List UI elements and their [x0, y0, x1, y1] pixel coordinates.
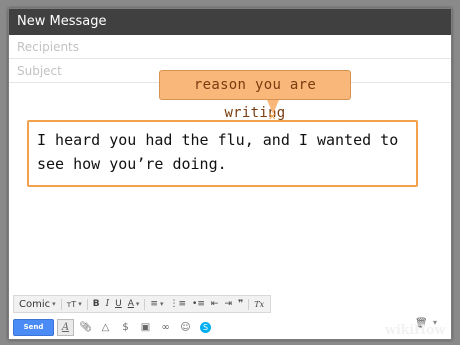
align-button[interactable]: ≡ ▾ [147, 296, 166, 312]
callout-label: reason you are writing [159, 70, 351, 121]
photo-button[interactable]: ▣ [137, 319, 154, 336]
money-button[interactable]: $ [117, 319, 134, 336]
toolbar-divider [144, 298, 146, 310]
emoji-button[interactable]: ☺ [177, 319, 194, 336]
text-color-button[interactable]: A ▾ [125, 296, 143, 312]
skype-icon: S [200, 321, 211, 333]
link-icon: ∞ [161, 321, 170, 333]
text-size-button[interactable]: ᴛT ▾ [64, 296, 85, 312]
link-button[interactable]: ∞ [157, 319, 174, 336]
clear-formatting-button[interactable]: Tx [251, 296, 267, 312]
send-button[interactable]: Send [13, 318, 54, 336]
indent-less-button[interactable]: ⇤ [208, 296, 222, 312]
watermark: wikiHow [385, 323, 446, 338]
compose-window: New Message Recipients Subject reason yo… [8, 8, 452, 340]
font-name-label: Comic [19, 298, 51, 310]
emoji-icon: ☺ [180, 321, 191, 333]
font-select[interactable]: Comic ▾ [14, 296, 59, 312]
drive-button[interactable]: △ [97, 319, 114, 336]
toolbar-divider [60, 298, 62, 310]
photo-icon: ▣ [140, 321, 151, 333]
money-icon: $ [122, 321, 129, 333]
paperclip-icon: 📎︎ [79, 321, 92, 333]
attach-button[interactable]: 📎︎ [77, 319, 94, 336]
bulleted-list-button[interactable]: •≡ [189, 296, 208, 312]
compose-title: New Message [9, 9, 451, 35]
formatting-options-button[interactable]: A [57, 318, 74, 336]
text-format-icon: A [61, 321, 70, 333]
chevron-down-icon: ▾ [78, 300, 82, 308]
text-size-icon: ᴛT [66, 299, 77, 309]
numbered-list-button[interactable]: ⋮≡ [166, 296, 189, 312]
indent-more-icon: ⇥ [224, 299, 232, 309]
numbered-list-icon: ⋮≡ [169, 299, 187, 309]
message-body[interactable]: I heard you had the flu, and I wanted to… [27, 120, 418, 187]
align-left-icon: ≡ [150, 299, 158, 309]
quote-button[interactable]: ❞ [235, 296, 246, 312]
bold-button[interactable]: B [90, 296, 103, 312]
clear-formatting-icon: Tx [254, 299, 265, 309]
drive-icon: △ [101, 321, 110, 333]
text-color-icon: A [127, 299, 134, 309]
formatting-toolbar: Comic ▾ ᴛT ▾ B I U A ▾ ≡ ▾ ⋮≡ •≡ ⇤ ⇥ ❞ T… [13, 295, 271, 313]
chevron-down-icon: ▾ [135, 300, 140, 308]
toolbar-divider [86, 298, 88, 310]
italic-button[interactable]: I [103, 296, 113, 312]
recipients-field[interactable]: Recipients [9, 35, 451, 59]
skype-button[interactable]: S [197, 319, 214, 336]
indent-less-icon: ⇤ [210, 299, 219, 309]
quote-icon: ❞ [237, 299, 244, 309]
toolbar-divider [248, 298, 250, 310]
bulleted-list-icon: •≡ [192, 299, 205, 309]
indent-more-button[interactable]: ⇥ [221, 296, 235, 312]
chevron-down-icon: ▾ [52, 300, 56, 308]
chevron-down-icon: ▾ [159, 300, 164, 308]
underline-button[interactable]: U [112, 296, 125, 312]
